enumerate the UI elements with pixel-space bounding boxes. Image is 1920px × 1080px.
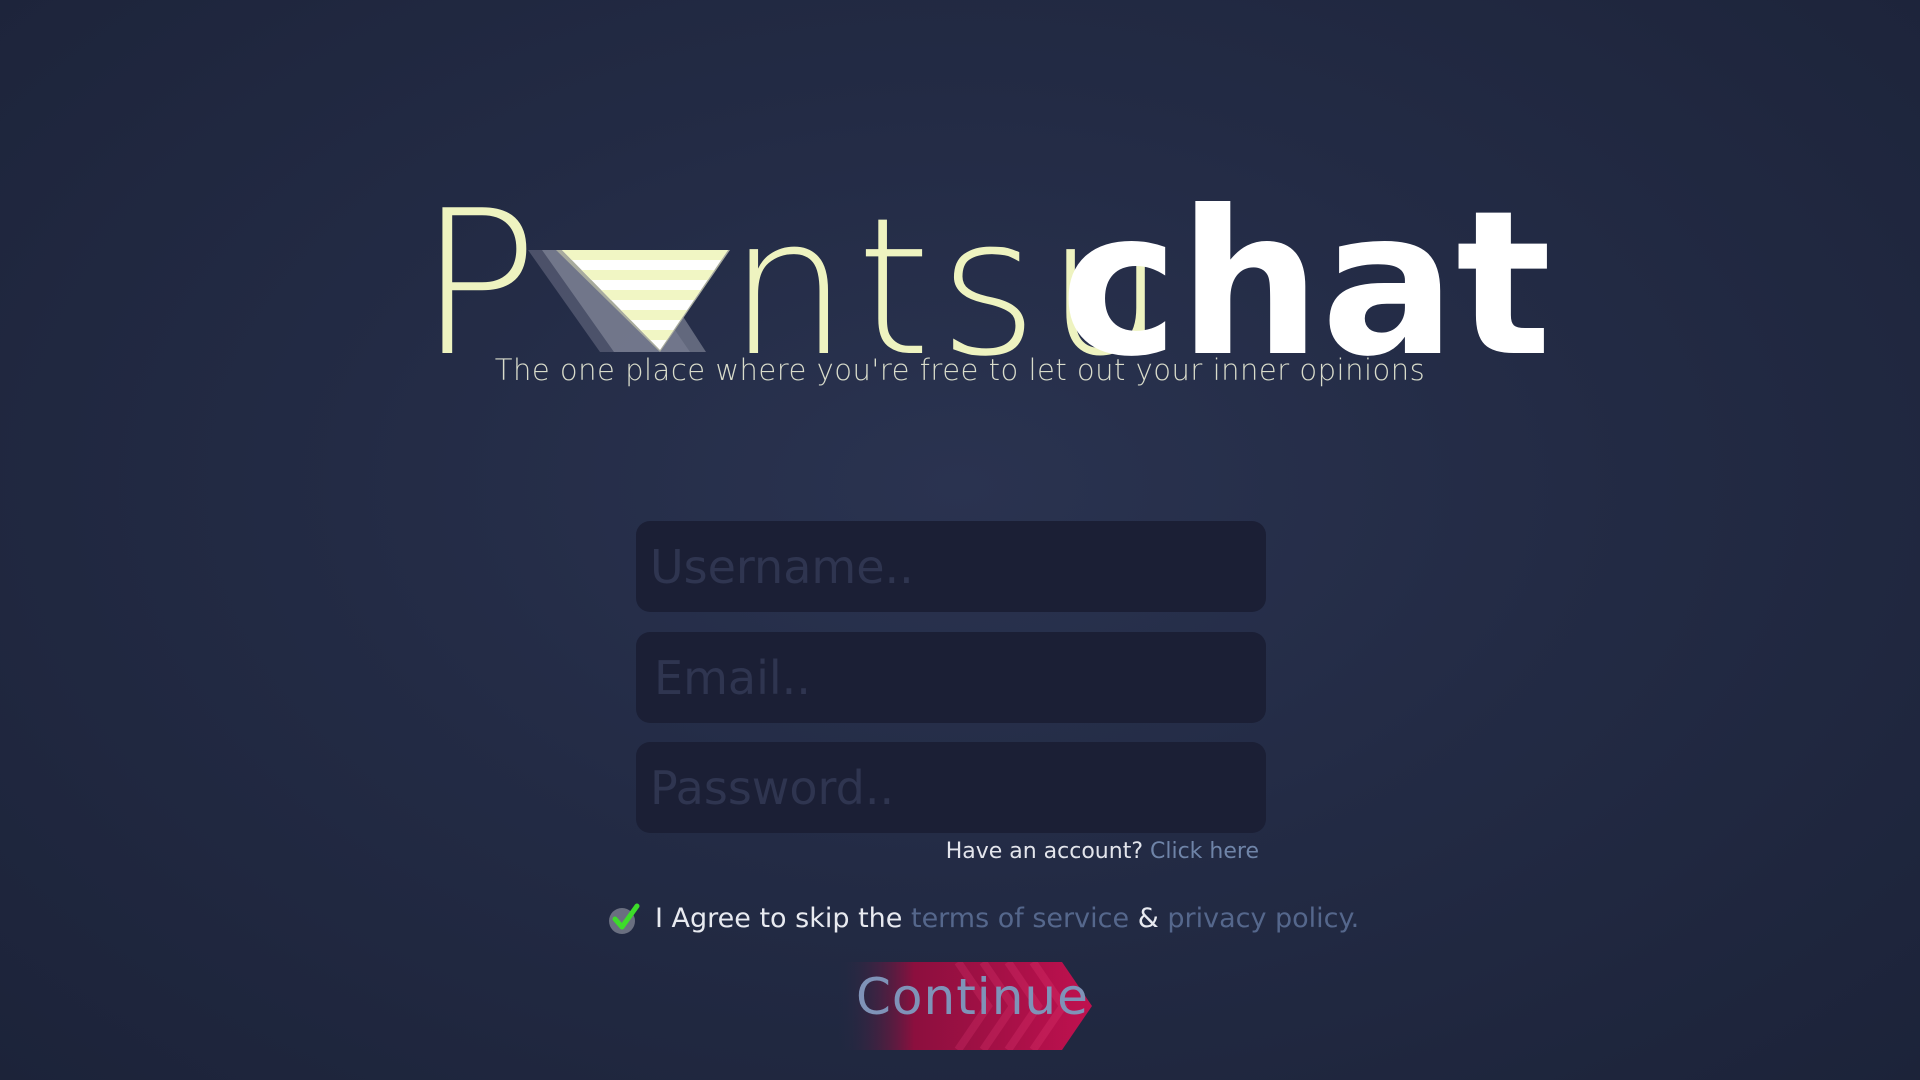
- have-account-text: Have an account?: [945, 839, 1143, 864]
- terms-of-service-link[interactable]: terms of service: [911, 903, 1129, 934]
- email-field[interactable]: [636, 632, 1266, 723]
- username-field[interactable]: [636, 521, 1266, 612]
- click-here-link[interactable]: Click here: [1150, 839, 1259, 864]
- agree-checkbox[interactable]: [607, 901, 641, 935]
- continue-label: Continue: [856, 968, 1089, 1026]
- ampersand: &: [1137, 902, 1159, 934]
- checkmark-icon: [609, 903, 640, 934]
- agree-prefix: I Agree to skip the: [655, 902, 903, 934]
- password-field[interactable]: [636, 742, 1266, 833]
- tagline: The one place where you're free to let o…: [494, 353, 1426, 387]
- panty-icon: [528, 250, 730, 352]
- privacy-policy-link[interactable]: privacy policy.: [1167, 903, 1359, 934]
- agree-row: I Agree to skip the terms of service & p…: [607, 898, 1359, 938]
- continue-button[interactable]: Continue: [838, 962, 1096, 1050]
- app-logo: P ntsu chat The one place where you're f…: [0, 0, 1920, 420]
- have-account-prompt: Have an account? Click here: [946, 839, 1259, 864]
- agree-label: I Agree to skip the terms of service & p…: [655, 903, 1359, 934]
